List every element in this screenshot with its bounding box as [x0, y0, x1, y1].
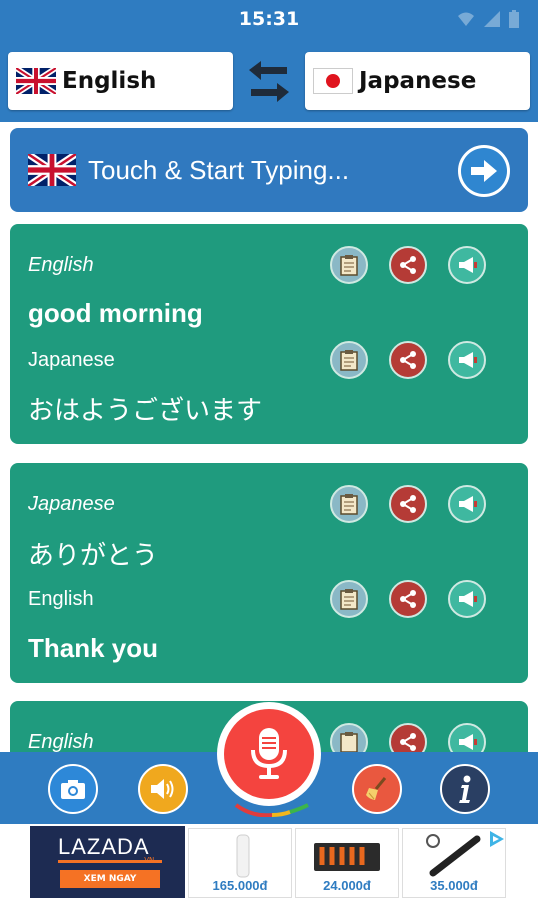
ad-choices-icon[interactable] [486, 828, 508, 850]
share-icon[interactable] [389, 485, 427, 523]
target-language-button[interactable]: Japanese [305, 52, 530, 110]
ad-price: 24.000đ [323, 878, 371, 893]
language-header: English Japanese [0, 40, 538, 122]
translation-card-wrapper: Japanese ありがとう English Thank you [0, 455, 538, 693]
ad-banner[interactable]: LAZADA .VN XEM NGAY 165.000đ 24.000đ 35.… [0, 824, 538, 900]
ad-brand: LAZADA [58, 834, 150, 859]
arrow-right-icon [461, 148, 507, 194]
microphone-icon [224, 709, 314, 799]
signal-icon [482, 9, 502, 29]
swap-arrows-icon[interactable] [245, 58, 293, 104]
text-input-bar[interactable]: Touch & Start Typing... [10, 128, 528, 212]
microphone-button[interactable] [217, 702, 321, 806]
translated-text: Thank you [28, 633, 159, 663]
lazada-logo[interactable]: LAZADA .VN XEM NGAY [30, 826, 185, 898]
camera-icon[interactable] [48, 764, 98, 814]
uk-flag-icon [28, 154, 76, 186]
source-language-label: English [62, 68, 157, 94]
status-bar: 15:31 [0, 0, 538, 40]
megaphone-icon[interactable] [448, 341, 486, 379]
info-icon[interactable] [440, 764, 490, 814]
source-actions [330, 246, 486, 284]
uk-flag-icon [16, 68, 56, 94]
broom-icon[interactable] [352, 764, 402, 814]
source-text: ありがとう [28, 541, 159, 571]
share-icon[interactable] [389, 341, 427, 379]
ad-product[interactable]: 24.000đ [295, 828, 399, 898]
clipboard-icon[interactable] [330, 341, 368, 379]
clipboard-icon[interactable] [330, 485, 368, 523]
target-language-label: Japanese [359, 68, 477, 94]
ad-price: 35.000đ [430, 878, 478, 893]
clipboard-icon[interactable] [330, 580, 368, 618]
input-placeholder: Touch & Start Typing... [88, 154, 350, 185]
input-panel: Touch & Start Typing... [0, 122, 538, 217]
source-text: good morning [28, 298, 203, 328]
translation-card: Japanese ありがとう English Thank you [10, 463, 528, 683]
share-icon[interactable] [389, 246, 427, 284]
megaphone-icon[interactable] [448, 723, 486, 752]
source-language-button[interactable]: English [8, 52, 233, 110]
translation-card: English good morning Japanese おはようございます [10, 224, 528, 444]
share-icon[interactable] [389, 723, 427, 752]
ad-cta-button[interactable]: XEM NGAY [60, 870, 160, 888]
ad-divider [58, 860, 162, 863]
translate-go-button[interactable] [458, 145, 510, 197]
wifi-icon [456, 9, 476, 29]
mic-level-arc [232, 802, 312, 818]
megaphone-icon[interactable] [448, 485, 486, 523]
megaphone-icon[interactable] [448, 246, 486, 284]
megaphone-icon[interactable] [448, 580, 486, 618]
source-actions [330, 723, 486, 752]
target-actions [330, 580, 486, 618]
source-actions [330, 485, 486, 523]
battery-icon [508, 9, 528, 29]
product-image [236, 834, 250, 878]
product-image [314, 843, 380, 871]
speaker-icon[interactable] [138, 764, 188, 814]
translated-text: おはようございます [28, 396, 263, 426]
translation-card-wrapper: English good morning Japanese おはようございます [0, 217, 538, 455]
japan-flag-icon [313, 68, 353, 94]
clipboard-icon[interactable] [330, 723, 368, 752]
status-icons [456, 9, 528, 29]
target-actions [330, 341, 486, 379]
clipboard-icon[interactable] [330, 246, 368, 284]
share-icon[interactable] [389, 580, 427, 618]
ad-product[interactable]: 165.000đ [188, 828, 292, 898]
ad-price: 165.000đ [212, 878, 268, 893]
